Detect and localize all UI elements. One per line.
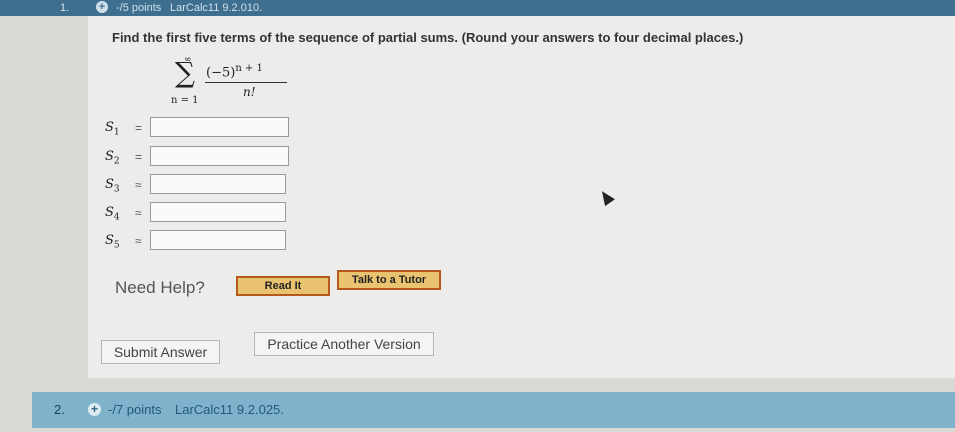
question-points: -/7 points [108, 402, 162, 417]
expand-plus-icon[interactable]: + [96, 1, 108, 13]
partial-sum-row: S2 = [105, 146, 295, 170]
s3-input[interactable] [150, 174, 286, 194]
sum-lower-limit: n = 1 [171, 95, 199, 106]
question-1-header: 1. + -/5 points LarCalc11 9.2.010. [0, 0, 955, 16]
need-help-label: Need Help? [115, 278, 205, 297]
partial-sum-row: S1 = [105, 117, 295, 141]
question-number: 1. [60, 2, 70, 14]
partial-sum-row: S3 ≈ [105, 174, 295, 198]
formula-numerator: (−5)n + 1 [206, 63, 263, 81]
read-it-button[interactable]: Read It [236, 276, 330, 296]
s1-input[interactable] [150, 117, 289, 137]
partial-sum-row: S5 ≈ [105, 230, 295, 254]
question-prompt: Find the first five terms of the sequenc… [112, 30, 744, 45]
question-code: LarCalc11 9.2.025. [175, 402, 284, 417]
s5-input[interactable] [150, 230, 286, 250]
relation-symbol: ≈ [135, 234, 142, 248]
partial-sum-label: S2 [105, 149, 120, 167]
question-2-header: 2. + -/7 points LarCalc11 9.2.025. [32, 392, 955, 428]
question-points: -/5 points [116, 2, 162, 14]
talk-to-tutor-button[interactable]: Talk to a Tutor [337, 270, 441, 290]
partial-sum-label: S1 [105, 120, 120, 138]
sigma-symbol: ∑ [175, 56, 195, 89]
relation-symbol: ≈ [135, 206, 142, 220]
formula-denominator: n! [243, 85, 256, 99]
partial-sum-label: S3 [105, 177, 120, 195]
expand-plus-icon[interactable]: + [88, 403, 101, 416]
question-number: 2. [54, 402, 65, 417]
submit-answer-button[interactable]: Submit Answer [101, 340, 220, 364]
question-code: LarCalc11 9.2.010. [170, 2, 263, 14]
partial-sum-label: S4 [105, 205, 120, 223]
relation-symbol: = [135, 121, 143, 135]
relation-symbol: = [135, 150, 143, 164]
series-formula: ∞ ∑ n = 1 (−5)n + 1 n! [165, 55, 295, 115]
practice-another-version-button[interactable]: Practice Another Version [254, 332, 434, 356]
fraction-bar [205, 82, 287, 83]
s2-input[interactable] [150, 146, 289, 166]
s4-input[interactable] [150, 202, 286, 222]
relation-symbol: ≈ [135, 178, 142, 192]
partial-sum-label: S5 [105, 233, 120, 251]
partial-sum-row: S4 ≈ [105, 202, 295, 226]
